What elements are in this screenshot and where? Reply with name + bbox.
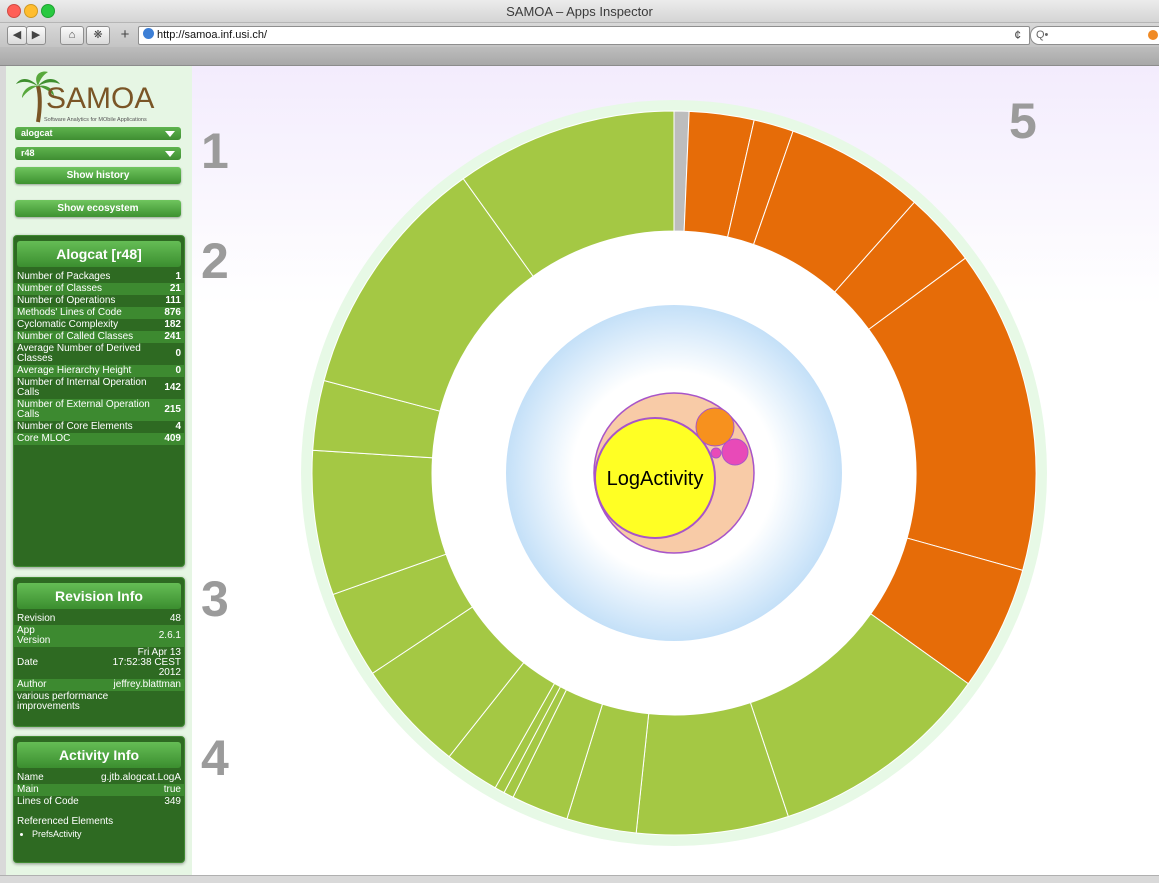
class-bubble-magenta[interactable] bbox=[721, 438, 749, 466]
globe-icon bbox=[143, 28, 154, 39]
app-visualization: LogActivity bbox=[301, 100, 1047, 846]
search-field[interactable]: Q• bbox=[1030, 26, 1159, 45]
url-text: http://samoa.inf.usi.ch/ bbox=[157, 29, 268, 41]
bookmarks-bar bbox=[0, 47, 1159, 66]
window-title: SAMOA – Apps Inspector bbox=[506, 4, 653, 19]
plus-icon: + bbox=[120, 26, 130, 43]
forward-button[interactable]: ▶ bbox=[26, 26, 46, 45]
snapback-icon[interactable] bbox=[1148, 30, 1158, 40]
forward-arrow-icon: ▶ bbox=[31, 29, 41, 41]
bug-icon: ❋ bbox=[93, 29, 103, 41]
bug-button[interactable]: ❋ bbox=[86, 26, 110, 45]
center-class-label: LogActivity bbox=[607, 468, 704, 490]
address-bar[interactable]: http://samoa.inf.usi.ch/ ¢ bbox=[138, 26, 1030, 45]
browser-toolbar: ◀ ▶ ⌂ ❋ + http://samoa.inf.usi.ch/ ¢ Q• bbox=[0, 23, 1159, 47]
window-titlebar: SAMOA – Apps Inspector bbox=[0, 0, 1159, 23]
add-bookmark-button[interactable]: + bbox=[116, 26, 134, 43]
home-button[interactable]: ⌂ bbox=[60, 26, 84, 45]
back-button[interactable]: ◀ bbox=[7, 26, 27, 45]
page-content: SAMOA Software Analytics for MObile Appl… bbox=[6, 66, 1159, 875]
class-bubble-small[interactable] bbox=[710, 447, 722, 459]
home-icon: ⌂ bbox=[68, 29, 76, 41]
search-icon: Q• bbox=[1036, 29, 1049, 41]
reload-icon[interactable]: ¢ bbox=[1014, 27, 1021, 44]
back-arrow-icon: ◀ bbox=[12, 29, 22, 41]
